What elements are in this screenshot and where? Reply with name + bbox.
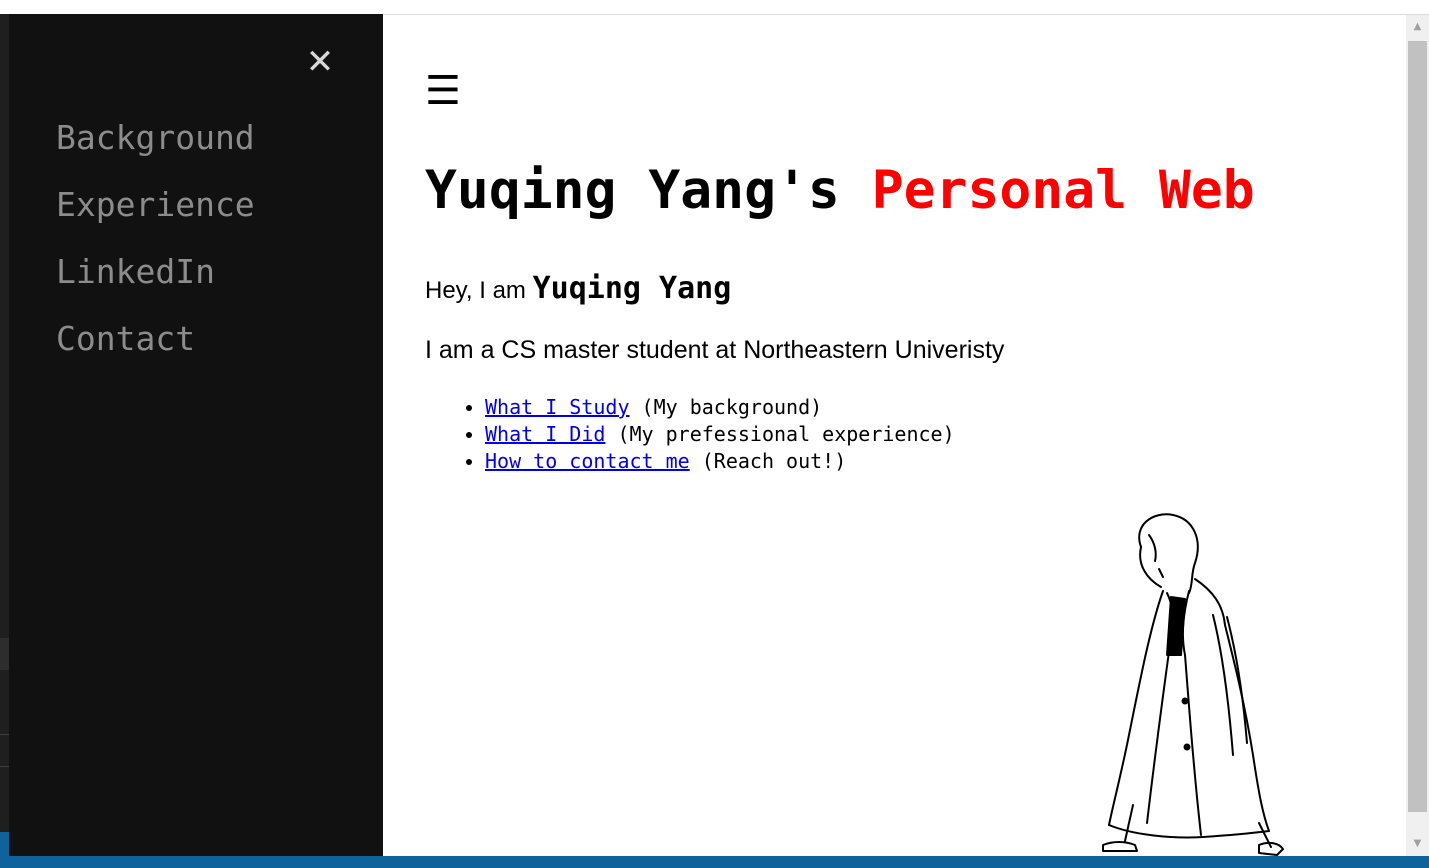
nav-item-background[interactable]: Background <box>56 118 255 158</box>
scrollbar-thumb[interactable] <box>1408 41 1427 812</box>
intro-name: Yuqing Yang <box>532 271 732 306</box>
list-item: How to contact me (Reach out!) <box>485 448 1185 475</box>
editor-edge-divider <box>0 766 9 767</box>
page-title-name: Yuqing Yang's <box>425 160 840 221</box>
main-content: ☰ Yuqing Yang's Personal Web Hey, I am Y… <box>383 15 1406 856</box>
link-what-i-study[interactable]: What I Study <box>485 395 630 419</box>
browser-window: ✕ Background Experience LinkedIn Contact… <box>0 0 1429 868</box>
walking-woman-illustration <box>1102 513 1284 856</box>
section-links-list: What I Study (My background) What I Did … <box>445 394 1185 475</box>
editor-edge-divider <box>0 734 9 735</box>
intro-line: Hey, I am Yuqing Yang <box>425 271 731 309</box>
nav-item-contact[interactable]: Contact <box>56 319 195 359</box>
nav-item-experience[interactable]: Experience <box>56 185 255 225</box>
list-item: What I Study (My background) <box>485 394 1185 421</box>
side-navigation: ✕ Background Experience LinkedIn Contact <box>9 14 383 856</box>
hamburger-menu-icon[interactable]: ☰ <box>425 69 465 113</box>
nav-item-linkedin[interactable]: LinkedIn <box>56 252 215 292</box>
vertical-scrollbar[interactable]: ▲ ▼ <box>1406 15 1429 856</box>
link-note: (Reach out!) <box>701 449 847 473</box>
page-title-accent: Personal Web <box>871 160 1255 221</box>
degree-line: I am a CS master student at Northeastern… <box>425 336 1005 364</box>
close-icon[interactable]: ✕ <box>303 42 337 82</box>
status-bar <box>0 856 1429 868</box>
intro-prefix: Hey, I am <box>425 277 526 304</box>
link-what-i-did[interactable]: What I Did <box>485 422 605 446</box>
link-note: (My background) <box>641 395 823 419</box>
editor-edge-mark <box>0 638 9 670</box>
chevron-down-icon[interactable]: ▼ <box>1406 832 1429 856</box>
chevron-up-icon[interactable]: ▲ <box>1406 15 1429 39</box>
link-how-to-contact[interactable]: How to contact me <box>485 449 690 473</box>
browser-top-strip <box>0 0 1429 15</box>
link-note: (My prefessional experience) <box>617 422 955 446</box>
background-editor-edge <box>0 14 9 856</box>
page-title: Yuqing Yang's Personal Web <box>425 159 1255 223</box>
editor-edge-mark <box>0 832 9 856</box>
list-item: What I Did (My prefessional experience) <box>485 421 1185 448</box>
